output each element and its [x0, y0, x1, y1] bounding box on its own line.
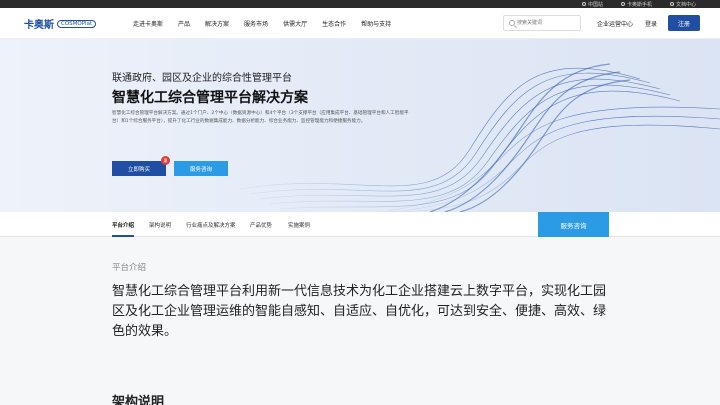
tab-architecture[interactable]: 架构说明	[149, 212, 171, 237]
nav-products[interactable]: 产品	[178, 19, 190, 28]
mobile-app-label: 卡奥斯手机	[627, 1, 653, 8]
hero-title: 智慧化工综合管理平台解决方案	[112, 90, 308, 106]
search-box[interactable]	[503, 15, 581, 31]
docs-label: 文档中心	[676, 1, 697, 8]
hero-subtitle: 联通政府、园区及企业的综合性管理平台	[112, 73, 292, 84]
nav-ecosystem[interactable]: 生态合作	[322, 19, 346, 28]
docs-link[interactable]: 文档中心	[670, 0, 696, 8]
enterprise-center-link[interactable]: 企业运营中心	[597, 19, 633, 28]
tab-platform-intro[interactable]: 平台介绍	[112, 212, 135, 237]
region-label: 中国站	[588, 1, 604, 8]
buy-now-label: 立即购买	[127, 166, 150, 173]
discount-badge: 惠	[161, 156, 170, 165]
section-body: 智慧化工综合管理平台利用新一代信息技术为化工企业搭建云上数字平台，实现化工园区及…	[112, 284, 607, 339]
site-header: 卡奥斯 COSMOPlat 走进卡奥斯 产品 解决方案 服务市场 供需大厅 生态…	[0, 8, 720, 39]
logo[interactable]: 卡奥斯 COSMOPlat	[24, 17, 97, 31]
buy-now-button[interactable]: 立即购买 惠	[112, 156, 170, 176]
hero-banner: 联通政府、园区及企业的综合性管理平台 智慧化工综合管理平台解决方案 智慧化工综合…	[0, 39, 720, 212]
platform-intro-section: 平台介绍 智慧化工综合管理平台利用新一代信息技术为化工企业搭建云上数字平台，实现…	[0, 237, 720, 405]
mobile-app-link[interactable]: 卡奥斯手机	[621, 0, 652, 8]
nav-solutions[interactable]: 解决方案	[205, 19, 229, 28]
phone-icon	[621, 2, 625, 6]
consult-button[interactable]: 服务咨询	[174, 161, 228, 176]
region-switch[interactable]: 中国站	[582, 0, 603, 8]
register-button[interactable]: 注册	[668, 15, 700, 31]
sticky-consult-button[interactable]: 服务咨询	[538, 212, 609, 237]
section-label: 平台介绍	[112, 263, 147, 273]
logo-text: 卡奥斯	[24, 20, 54, 31]
main-nav: 走进卡奥斯 产品 解决方案 服务市场 供需大厅 生态合作 帮助与支持	[133, 8, 406, 39]
globe-icon	[582, 2, 586, 6]
tab-pain-points[interactable]: 行业痛点及解决方案	[186, 212, 236, 237]
logo-badge: COSMOPlat	[57, 19, 97, 28]
utility-bar: 中国站 卡奥斯手机 文档中心	[0, 0, 720, 8]
next-section-heading: 架构说明	[112, 395, 165, 405]
hero-description: 智慧化工综合管理平台解决方案。通过1个门户、2个中心（数据资源中心）和4个平台（…	[112, 111, 409, 124]
search-icon[interactable]	[509, 20, 515, 26]
nav-help[interactable]: 帮助与支持	[361, 19, 391, 28]
nav-about[interactable]: 走进卡奥斯	[133, 19, 163, 28]
section-tabs: 平台介绍 架构说明 行业痛点及解决方案 产品优势 实施案例	[0, 212, 720, 237]
nav-supply-demand[interactable]: 供需大厅	[283, 19, 307, 28]
tab-advantages[interactable]: 产品优势	[250, 212, 272, 237]
document-icon	[670, 2, 674, 6]
search-input[interactable]	[517, 18, 579, 28]
nav-marketplace[interactable]: 服务市场	[244, 19, 268, 28]
tab-cases[interactable]: 实施案例	[288, 212, 310, 237]
login-link[interactable]: 登录	[645, 19, 657, 28]
